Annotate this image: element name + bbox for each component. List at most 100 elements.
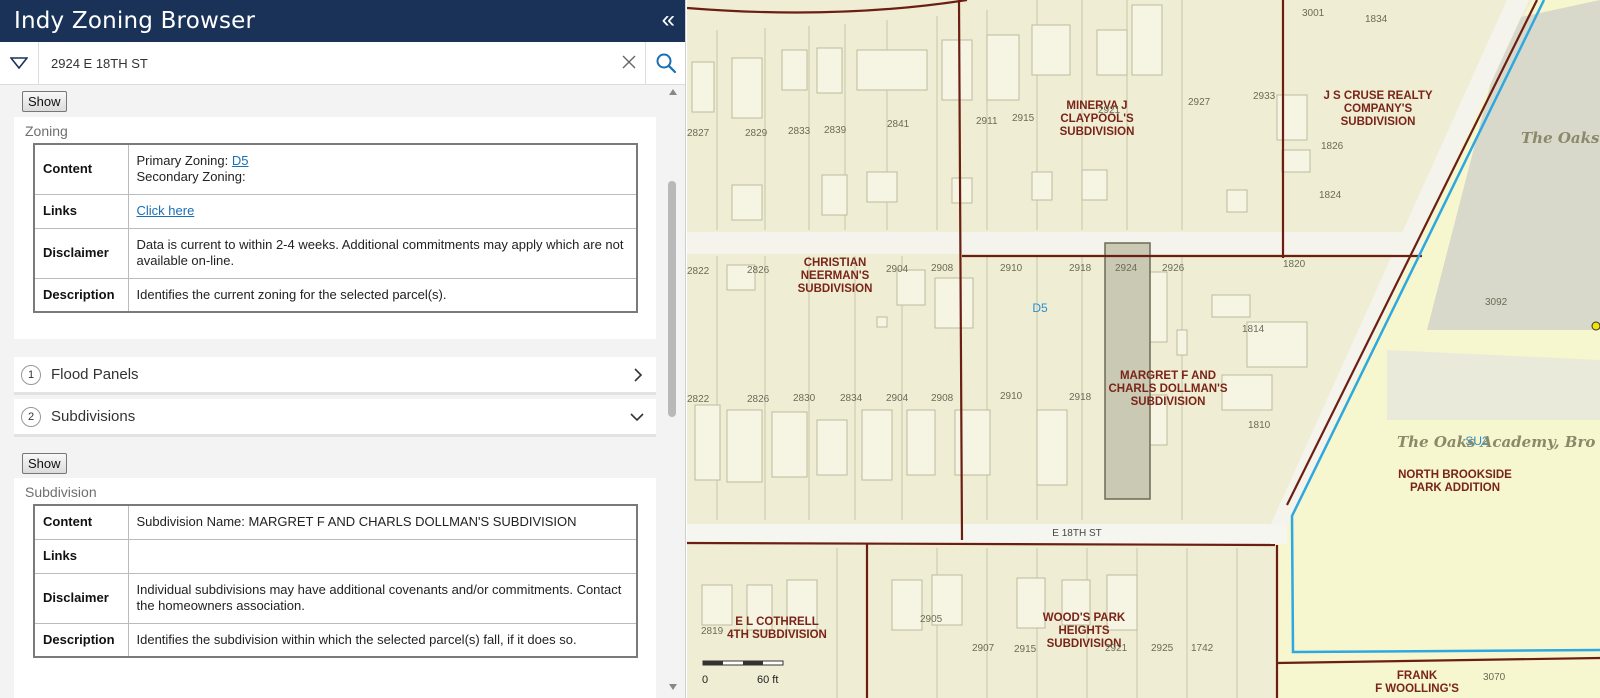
subdivisions-count: 2 — [21, 406, 41, 427]
address-label: 2819 — [701, 626, 724, 637]
clear-search-icon[interactable] — [621, 54, 637, 75]
secondary-zoning-label: Secondary Zoning: — [136, 169, 246, 185]
address-label: 2826 — [747, 394, 770, 405]
flood-panels-label: Flood Panels — [51, 366, 139, 383]
table-row: Content Primary Zoning: D5 Secondary Zon… — [33, 143, 638, 195]
disclaimer-value: Individual subdivisions may have additio… — [127, 572, 638, 624]
app-header: Indy Zoning Browser « — [0, 0, 685, 42]
street-18th — [687, 524, 1287, 544]
address-label: 2904 — [886, 393, 909, 404]
address-label: 1820 — [1283, 259, 1306, 270]
address-label: 2833 — [788, 126, 811, 137]
map-view[interactable]: E 18TH ST D5 SU2 MINERVA J CLAYPOOL'S SU… — [687, 0, 1600, 698]
flood-panels-count: 1 — [21, 364, 41, 385]
click-here-link[interactable]: Click here — [137, 203, 195, 218]
disclaimer-key: Disclaimer — [33, 227, 129, 279]
address-label: 2910 — [1000, 391, 1023, 402]
address-label: 2926 — [1162, 263, 1185, 274]
address-label: 2822 — [687, 266, 710, 277]
address-label: 1834 — [1365, 14, 1388, 25]
address-label: 2933 — [1253, 91, 1276, 102]
address-label: 3092 — [1485, 297, 1508, 308]
subdivision-card: Subdivision Content Subdivision Name: MA… — [14, 478, 656, 698]
description-value: Identifies the current zoning for the se… — [127, 277, 638, 313]
search-icon — [656, 53, 676, 74]
address-label: 2905 — [920, 614, 943, 625]
table-row: Description Identifies the subdivision w… — [33, 622, 638, 658]
address-label: 2921 — [1105, 643, 1128, 654]
subdivision-label: 4TH SUBDIVISION — [727, 629, 827, 641]
address-label: 2918 — [1069, 392, 1092, 403]
scale-distance-label: 60 ft — [757, 674, 778, 686]
subdivision-label: J S CRUSE REALTY — [1323, 90, 1432, 102]
subdivision-table: Content Subdivision Name: MARGRET F AND … — [33, 504, 638, 658]
collapse-panel-icon[interactable]: « — [662, 7, 675, 35]
address-label: 2915 — [1014, 644, 1037, 655]
disclaimer-key: Disclaimer — [33, 572, 129, 624]
subdivision-label: HEIGHTS — [1058, 625, 1109, 637]
subdivision-label: NORTH BROOKSIDE — [1398, 469, 1512, 481]
subdivisions-label: Subdivisions — [51, 408, 136, 425]
vertical-scrollbar[interactable] — [667, 85, 679, 698]
zoning-show-button[interactable]: Show — [22, 91, 67, 112]
search-bar — [0, 42, 685, 85]
description-key: Description — [33, 622, 129, 658]
address-label: 3070 — [1483, 672, 1506, 683]
search-input[interactable] — [39, 42, 645, 84]
accordion-subdivisions[interactable]: 2 Subdivisions — [14, 399, 656, 437]
scale-zero-label: 0 — [702, 674, 708, 686]
table-row: Links Click here — [33, 193, 638, 229]
scrollbar-thumb[interactable] — [668, 181, 676, 417]
scroll-up-arrow-icon[interactable] — [669, 89, 677, 95]
subdivision-label: CHRISTIAN — [804, 257, 867, 269]
address-label: 2910 — [1000, 263, 1023, 274]
address-label: 2834 — [840, 393, 863, 404]
address-label: 1826 — [1321, 141, 1344, 152]
primary-zoning-label: Primary Zoning: — [136, 153, 229, 169]
subdivision-label: PARK ADDITION — [1410, 482, 1500, 494]
address-label: 2921 — [1098, 105, 1121, 116]
primary-zoning-link[interactable]: D5 — [232, 153, 249, 168]
subdivision-label: COMPANY'S — [1344, 103, 1413, 115]
subdivision-label: NEERMAN'S — [801, 270, 870, 282]
chevron-right-icon — [634, 367, 643, 382]
zoning-table: Content Primary Zoning: D5 Secondary Zon… — [33, 143, 638, 313]
search-input-wrap — [39, 42, 645, 84]
table-row: Links — [33, 538, 638, 574]
subdivision-label: SUBDIVISION — [1341, 116, 1416, 128]
accordion-flood-panels[interactable]: 1 Flood Panels — [14, 357, 656, 395]
links-value: Click here — [127, 193, 638, 229]
subdivision-label: SUBDIVISION — [1131, 396, 1206, 408]
table-row: Disclaimer Data is current to within 2-4… — [33, 227, 638, 279]
subdivision-show-button[interactable]: Show — [22, 453, 67, 474]
scroll-down-arrow-icon[interactable] — [669, 684, 677, 690]
map-canvas[interactable]: E 18TH ST D5 SU2 MINERVA J CLAYPOOL'S SU… — [687, 0, 1600, 698]
content-value: Primary Zoning: D5 Secondary Zoning: — [127, 143, 638, 195]
links-key: Links — [33, 538, 129, 574]
address-label: 2924 — [1115, 263, 1138, 274]
address-label: 2841 — [887, 119, 910, 130]
results-scroll-area[interactable]: Show Zoning Content Primary Zoning: D5 S… — [0, 85, 685, 698]
zoning-card: Zoning Content Primary Zoning: D5 Second… — [14, 117, 656, 339]
map-marker-icon[interactable] — [1591, 321, 1600, 331]
address-label: 1810 — [1248, 420, 1271, 431]
links-key: Links — [33, 193, 129, 229]
address-label: 2918 — [1069, 263, 1092, 274]
address-label: 2907 — [972, 643, 995, 654]
address-label: 2829 — [745, 128, 768, 139]
subdivision-label: FRANK — [1397, 670, 1438, 682]
table-row: Content Subdivision Name: MARGRET F AND … — [33, 504, 638, 540]
subdivision-label: SUBDIVISION — [798, 283, 873, 295]
subdivision-label: MARGRET F AND — [1120, 370, 1216, 382]
building-academy — [1387, 350, 1600, 420]
subdivision-label: SUBDIVISION — [1060, 126, 1135, 138]
chevron-down-icon — [630, 412, 644, 421]
side-panel: Indy Zoning Browser « Show Zoning Conten… — [0, 0, 686, 698]
links-value — [127, 538, 638, 574]
address-label: 1814 — [1242, 324, 1265, 335]
search-button[interactable] — [645, 42, 685, 84]
content-key: Content — [33, 504, 129, 540]
search-source-dropdown[interactable] — [0, 42, 39, 84]
content-key: Content — [33, 143, 129, 195]
app-title: Indy Zoning Browser — [14, 8, 256, 34]
